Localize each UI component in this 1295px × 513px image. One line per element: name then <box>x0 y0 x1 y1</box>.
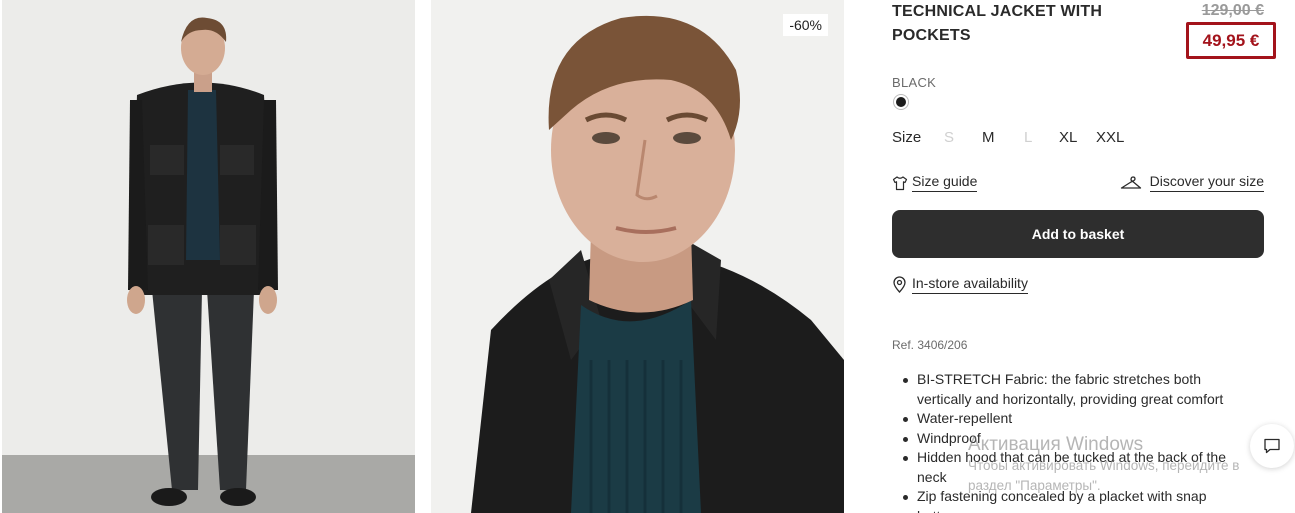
size-option-s[interactable]: S <box>944 129 954 146</box>
sale-price-highlight: 49,95 € <box>1186 22 1276 59</box>
hanger-icon <box>1120 175 1141 189</box>
add-to-basket-button[interactable]: Add to basket <box>892 210 1264 258</box>
feature-list: BI-STRETCH Fabric: the fabric stretches … <box>902 370 1254 513</box>
chat-icon <box>1264 438 1280 454</box>
shirt-icon <box>892 175 908 190</box>
product-info-panel: TECHNICAL JACKET WITH POCKETS 129,00 € 4… <box>892 0 1276 513</box>
model-closeup-image <box>431 0 844 513</box>
color-swatch-black[interactable] <box>893 94 909 110</box>
product-photo-full-body[interactable] <box>2 0 415 513</box>
size-guide-label[interactable]: Size guide <box>912 173 978 192</box>
location-pin-icon <box>893 276 906 293</box>
product-reference: Ref. 3406/206 <box>892 338 968 352</box>
discount-badge: -60% <box>783 14 828 36</box>
color-name: BLACK <box>892 75 937 90</box>
product-title: TECHNICAL JACKET WITH POCKETS <box>892 3 1103 44</box>
discover-size-label[interactable]: Discover your size <box>1149 173 1264 192</box>
size-option-m[interactable]: M <box>982 129 995 146</box>
in-store-label[interactable]: In-store availability <box>912 275 1028 294</box>
chat-button[interactable] <box>1250 424 1294 468</box>
original-price: 129,00 € <box>1201 2 1264 19</box>
size-option-xl[interactable]: XL <box>1059 129 1077 146</box>
size-option-xxl[interactable]: XXL <box>1096 129 1124 146</box>
feature-item: BI-STRETCH Fabric: the fabric stretches … <box>902 370 1254 409</box>
size-option-l[interactable]: L <box>1024 129 1032 146</box>
in-store-availability-link[interactable]: In-store availability <box>892 275 1028 294</box>
feature-item: Windproof <box>902 429 1254 449</box>
product-photo-closeup[interactable]: -60% <box>431 0 844 513</box>
feature-item: Zip fastening concealed by a placket wit… <box>902 487 1254 513</box>
discover-size-link[interactable]: Discover your size <box>1120 173 1264 192</box>
size-help-row: Size guide Discover your size <box>892 173 1264 195</box>
feature-item: Water-repellent <box>902 409 1254 429</box>
size-label: Size <box>892 129 922 146</box>
model-full-body-image <box>2 0 415 513</box>
swatch-dot <box>896 97 906 107</box>
size-selector: Size S M L XL XXL <box>892 129 1152 149</box>
size-guide-link[interactable]: Size guide <box>892 173 978 192</box>
feature-item: Hidden hood that can be tucked at the ba… <box>902 448 1254 487</box>
sale-price: 49,95 € <box>1202 30 1260 50</box>
